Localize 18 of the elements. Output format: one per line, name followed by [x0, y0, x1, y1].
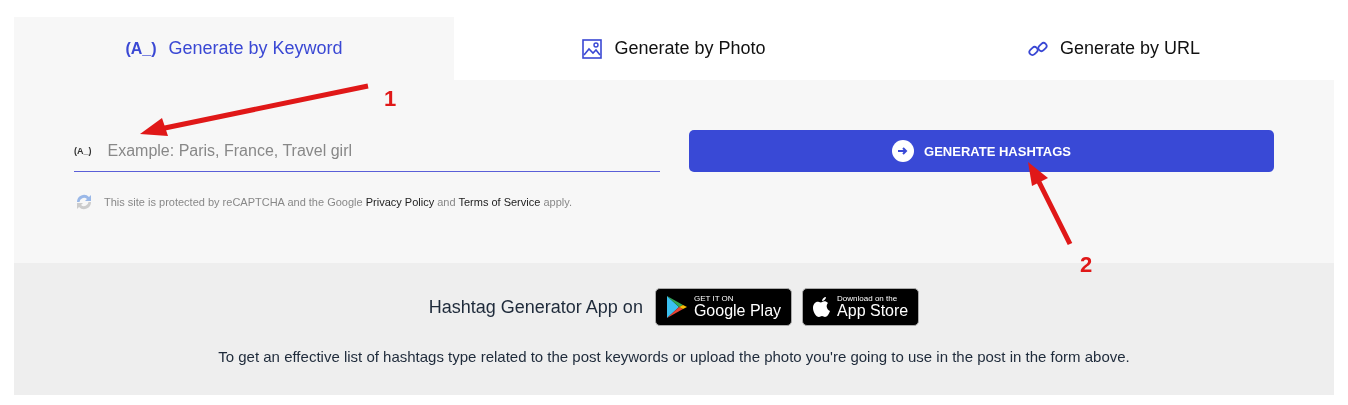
- description: To get an effective list of hashtags type related to the post keywords or upload the photo you're going to use in the post in the form above.: [218, 348, 1130, 365]
- keyword-icon: (A_): [125, 39, 157, 58]
- play-icon: [665, 295, 688, 319]
- recaptcha-notice: This site is protected by reCAPTCHA and the Google Privacy Policy and Terms of Service apply.: [104, 196, 572, 208]
- keyword-input[interactable]: Example: Paris, France, Travel girl: [105, 140, 660, 161]
- store-badge[interactable]: GET IT ON Google Play: [654, 288, 793, 326]
- keyword-icon: (A_): [74, 145, 92, 156]
- terms-link[interactable]: Terms of Service: [458, 196, 541, 208]
- image-icon: [582, 38, 603, 59]
- tab[interactable]: (A_) Generate by Keyword: [14, 17, 454, 80]
- generate-button[interactable]: GENERATE HASHTAGS: [689, 130, 1274, 172]
- recaptcha-icon: [74, 192, 94, 212]
- privacy-link[interactable]: Privacy Policy: [365, 196, 435, 208]
- annotation-number: 1: [384, 86, 397, 112]
- store-badge[interactable]: Download on the App Store: [802, 288, 920, 326]
- annotation-number: 2: [1080, 252, 1093, 278]
- promo-text: Hashtag Generator App on: [428, 296, 643, 318]
- apple-icon: [813, 296, 832, 318]
